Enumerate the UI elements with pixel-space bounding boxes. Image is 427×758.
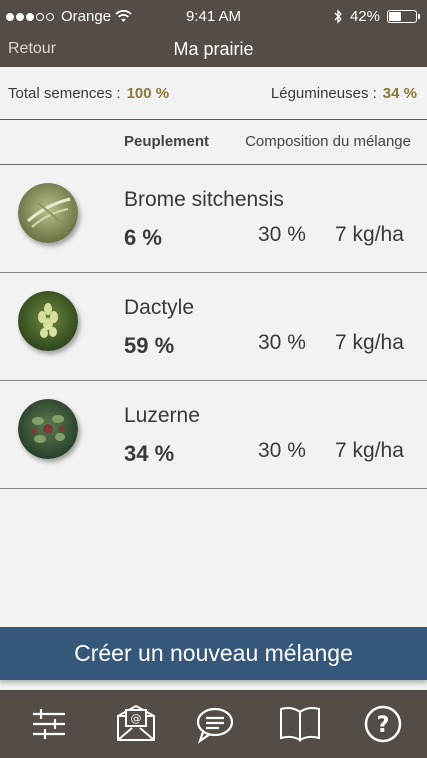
species-stand: 59 %	[124, 333, 175, 358]
species-stand: 6 %	[124, 225, 162, 250]
email-icon[interactable]: @	[114, 702, 158, 746]
species-row-luzerne[interactable]: Luzerne 34 % 30 % 7 kg/ha	[0, 381, 427, 489]
svg-text:@: @	[131, 712, 142, 725]
species-name: Brome sitchensis	[124, 188, 284, 211]
bluetooth-icon	[334, 9, 342, 24]
battery-percent: 42%	[349, 8, 380, 25]
legumes-total-label: Légumineuses :	[270, 85, 377, 102]
dactyle-photo-icon	[18, 291, 78, 351]
book-icon[interactable]	[278, 702, 322, 746]
species-stand: 34 %	[124, 441, 175, 466]
svg-text:?: ?	[377, 713, 390, 738]
status-bar: Orange 9:41 AM 42%	[0, 0, 427, 32]
species-dose: 7 kg/ha	[335, 223, 404, 246]
seeds-total: Total semences : 100 %	[8, 85, 169, 102]
chat-icon[interactable]	[193, 702, 237, 746]
create-mix-button[interactable]: Créer un nouveau mélange	[0, 627, 427, 680]
status-right: 42%	[334, 8, 420, 25]
column-stand: Peuplement	[124, 133, 210, 150]
species-row-brome[interactable]: Brome sitchensis 6 % 30 % 7 kg/ha	[0, 165, 427, 273]
species-mix: 30 %	[258, 439, 306, 462]
seeds-total-label: Total semences :	[8, 85, 121, 102]
help-icon[interactable]: ?	[361, 702, 405, 746]
nav-bar: Retour Ma prairie	[0, 34, 427, 67]
species-name: Dactyle	[124, 296, 195, 319]
seeds-total-value: 100 %	[126, 85, 170, 102]
column-header: Peuplement Composition du mélange	[0, 120, 427, 165]
species-dose: 7 kg/ha	[335, 331, 404, 354]
species-mix: 30 %	[258, 223, 306, 246]
top-bar: Orange 9:41 AM 42% Retour Ma prairie	[0, 0, 427, 67]
species-row-dactyle[interactable]: Dactyle 59 % 30 % 7 kg/ha	[0, 273, 427, 381]
battery-icon	[387, 10, 420, 23]
species-mix: 30 %	[258, 331, 306, 354]
page-title: Ma prairie	[173, 39, 254, 59]
legumes-total-value: 34 %	[382, 85, 417, 102]
totals-bar: Total semences : 100 % Légumineuses : 34 %	[0, 67, 427, 120]
luzerne-photo-icon	[18, 399, 78, 459]
brome-photo-icon	[18, 183, 78, 243]
tab-bar: @ ?	[0, 690, 427, 758]
species-dose: 7 kg/ha	[335, 439, 404, 462]
species-name: Luzerne	[124, 404, 200, 427]
sliders-icon[interactable]	[27, 702, 71, 746]
legumes-total: Légumineuses : 34 %	[271, 85, 417, 102]
column-mix: Composition du mélange	[245, 133, 411, 150]
